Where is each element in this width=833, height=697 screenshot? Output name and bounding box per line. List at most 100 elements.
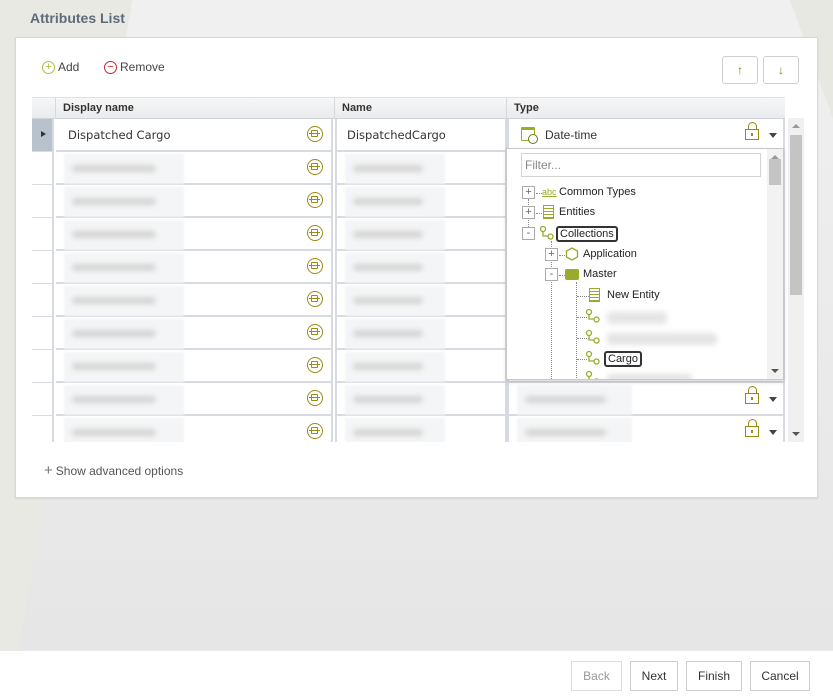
add-button[interactable]: + Add [42, 60, 79, 74]
row-selector[interactable] [32, 185, 54, 218]
tree-node-common-types[interactable]: + abc Common Types [507, 183, 757, 203]
display-name-cell[interactable] [56, 251, 333, 284]
tree-node-cargo[interactable]: Cargo [507, 349, 757, 369]
type-cell[interactable] [507, 383, 785, 416]
tree-node-new-entity[interactable]: New Entity [507, 286, 757, 306]
tree-node-label: Entities [559, 206, 596, 218]
row-selector[interactable] [32, 317, 54, 350]
name-cell[interactable] [335, 185, 507, 218]
move-down-button[interactable]: ↓ [763, 56, 799, 84]
header-row-selector [32, 98, 56, 119]
display-name-cell[interactable] [56, 218, 333, 251]
display-name-cell[interactable] [56, 317, 333, 350]
tree-node-redacted[interactable] [507, 328, 757, 348]
tree-vertical-scrollbar[interactable] [767, 149, 783, 379]
localization-icon[interactable] [307, 225, 323, 241]
new-entity-icon [589, 288, 600, 302]
localization-icon[interactable] [307, 192, 323, 208]
finish-button[interactable]: Finish [686, 661, 742, 691]
column-header-name[interactable]: Name [335, 98, 507, 119]
expand-icon[interactable]: + [522, 186, 535, 199]
type-dropdown-arrow-icon[interactable] [769, 430, 777, 435]
tree-connector [577, 296, 589, 297]
row-selector[interactable] [32, 152, 54, 185]
redacted-text [345, 187, 445, 217]
display-name-cell[interactable] [56, 185, 333, 218]
localization-icon[interactable] [307, 159, 323, 175]
collapse-icon[interactable]: - [522, 227, 535, 240]
column-header-display-name[interactable]: Display name [56, 98, 335, 119]
row-selector[interactable] [32, 416, 54, 442]
localization-icon[interactable] [307, 390, 323, 406]
row-selector[interactable] [32, 218, 54, 251]
cancel-button[interactable]: Cancel [750, 661, 810, 691]
localization-icon[interactable] [307, 126, 323, 142]
expand-icon[interactable]: + [545, 248, 558, 261]
display-name-cell[interactable] [56, 383, 333, 416]
display-name-cell[interactable] [56, 152, 333, 185]
scroll-down-icon[interactable] [792, 432, 800, 436]
tree-node-redacted[interactable] [507, 369, 757, 379]
row-selector[interactable] [32, 251, 54, 284]
tree-node-collections[interactable]: - Collections [507, 224, 757, 244]
display-name-cell[interactable]: Dispatched Cargo [56, 119, 333, 152]
row-selector[interactable] [32, 119, 54, 152]
remove-button[interactable]: − Remove [104, 60, 165, 74]
tree-node-label: Cargo [604, 351, 642, 367]
name-cell[interactable] [335, 317, 507, 350]
show-advanced-options-link[interactable]: + Show advanced options [44, 462, 183, 479]
current-row-arrow-icon [41, 131, 46, 137]
scroll-down-icon[interactable] [771, 369, 779, 373]
row-selector[interactable] [32, 383, 54, 416]
name-cell[interactable]: DispatchedCargo [335, 119, 507, 152]
localization-icon[interactable] [307, 357, 323, 373]
filter-input[interactable] [521, 153, 761, 177]
tree-node-master[interactable]: - Master [507, 265, 757, 285]
tree-node-entities[interactable]: + Entities [507, 203, 757, 223]
expand-icon[interactable]: + [522, 206, 535, 219]
type-dropdown-arrow-icon[interactable] [769, 397, 777, 402]
table-row[interactable] [32, 416, 785, 442]
redacted-text [345, 286, 445, 316]
type-cell[interactable] [507, 416, 785, 442]
redacted-text [345, 220, 445, 250]
lock-icon[interactable] [745, 122, 759, 140]
redacted-text [345, 418, 445, 442]
redacted-text [607, 374, 692, 379]
localization-icon[interactable] [307, 291, 323, 307]
move-up-button[interactable]: ↑ [722, 56, 758, 84]
name-cell[interactable] [335, 152, 507, 185]
grid-vertical-scrollbar[interactable] [788, 118, 804, 442]
lock-icon[interactable] [745, 386, 759, 404]
lock-icon[interactable] [745, 419, 759, 437]
localization-icon[interactable] [307, 324, 323, 340]
type-dropdown-arrow-icon[interactable] [769, 133, 777, 138]
row-selector[interactable] [32, 284, 54, 317]
redacted-type [517, 385, 632, 415]
name-cell[interactable] [335, 284, 507, 317]
row-selector[interactable] [32, 350, 54, 383]
scroll-thumb[interactable] [769, 159, 781, 185]
display-name-cell[interactable] [56, 416, 333, 442]
collapse-icon[interactable]: - [545, 268, 558, 281]
tree-node-redacted[interactable] [507, 307, 757, 327]
display-name-cell[interactable] [56, 284, 333, 317]
name-cell[interactable] [335, 251, 507, 284]
back-button[interactable]: Back [571, 661, 622, 691]
localization-icon[interactable] [307, 258, 323, 274]
name-cell[interactable] [335, 416, 507, 442]
scroll-thumb[interactable] [790, 135, 802, 295]
type-value: Date-time [545, 128, 598, 142]
scroll-up-icon[interactable] [792, 124, 800, 128]
name-cell[interactable] [335, 218, 507, 251]
localization-icon[interactable] [307, 423, 323, 439]
display-name-cell[interactable] [56, 350, 333, 383]
next-button[interactable]: Next [630, 661, 678, 691]
tree-connector [536, 213, 542, 214]
name-cell[interactable] [335, 350, 507, 383]
column-header-type[interactable]: Type [507, 98, 785, 119]
name-cell[interactable] [335, 383, 507, 416]
tree-node-application[interactable]: + Application [507, 245, 757, 265]
briefcase-icon [565, 269, 579, 280]
table-row[interactable] [32, 383, 785, 416]
